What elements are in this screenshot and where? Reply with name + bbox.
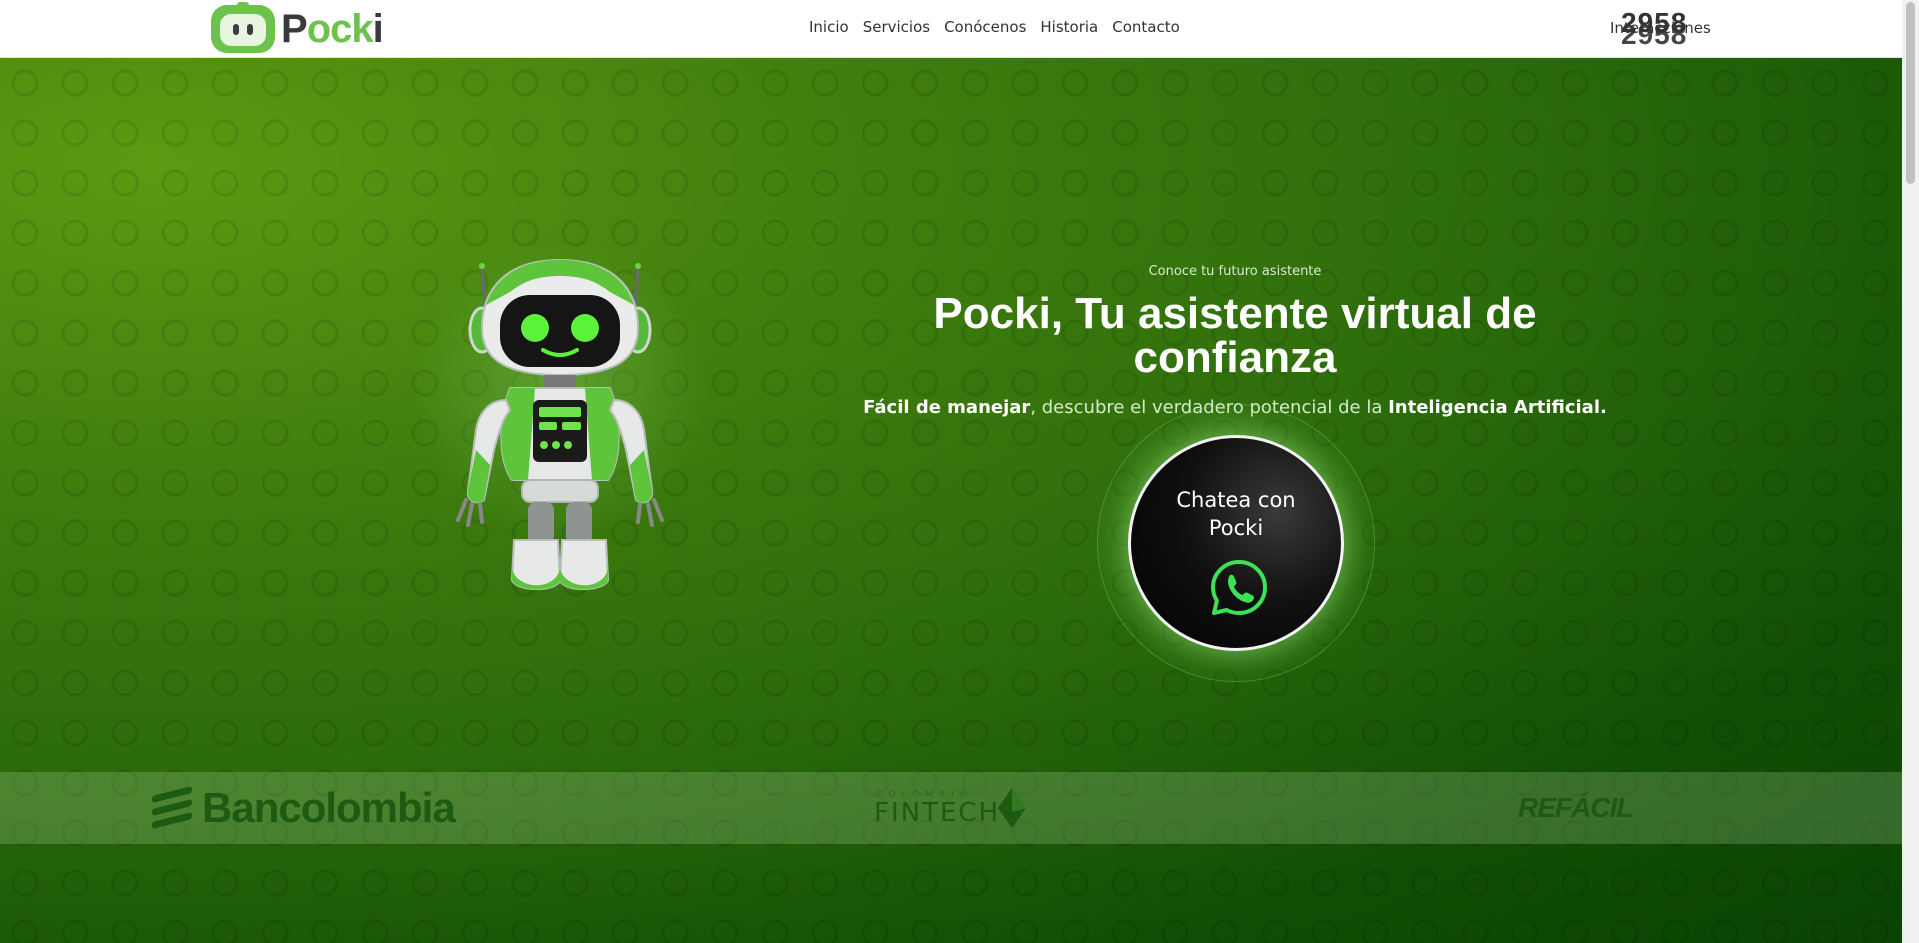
subtitle-bold-2: Inteligencia Artificial.	[1388, 397, 1607, 418]
partner-colombia-fintech-logo: COLOMBIA FINTECH	[874, 772, 1026, 844]
partner-refacil-logo: REFÁCIL .	[1518, 772, 1638, 844]
main-nav: Inicio Servicios Conócenos Historia Cont…	[802, 16, 1187, 38]
partner-refacil-name: REFÁCIL	[1518, 792, 1633, 823]
pocki-logo-text: Pock i	[281, 6, 384, 51]
robot-mascot-illustration	[456, 258, 664, 590]
counter-label: Interacciones	[1610, 19, 1711, 37]
partner-bancolombia-logo: Bancolombia	[152, 772, 456, 844]
partners-strip: Bancolombia COLOMBIA FINTECH REFÁCIL .	[0, 772, 1902, 844]
cta-label-line-2: Pocki	[1208, 516, 1264, 540]
cta-label: Chatea con Pocki	[1131, 486, 1341, 542]
interactions-counter: 2958 2958 Interacciones	[1608, 6, 1718, 50]
chat-with-pocki-button[interactable]: Chatea con Pocki	[1128, 435, 1344, 651]
whatsapp-icon	[1211, 560, 1267, 615]
partner-bancolombia-name: Bancolombia	[202, 784, 456, 831]
nav-item-contacto[interactable]: Contacto	[1105, 16, 1187, 38]
subtitle-bold-1: Fácil de manejar	[863, 397, 1031, 418]
cta-label-line-1: Chatea con	[1176, 488, 1296, 512]
fintech-diamond-icon	[998, 788, 1026, 828]
bancolombia-mark-icon	[152, 786, 192, 829]
nav-item-historia[interactable]: Historia	[1033, 16, 1105, 38]
site-header: Pock i Inicio Servicios Conócenos Histori…	[0, 0, 1902, 58]
hero-title: Pocki, Tu asistente virtual de confianza	[933, 289, 1537, 382]
scrollbar-thumb[interactable]	[1906, 2, 1915, 184]
nav-item-servicios[interactable]: Servicios	[856, 16, 937, 38]
nav-item-inicio[interactable]: Inicio	[802, 16, 856, 38]
partner-refacil-suffix: .	[1634, 809, 1638, 820]
pocki-logo[interactable]: Pock i	[211, 2, 384, 53]
pocki-logo-icon	[211, 2, 275, 53]
hero-kicker: Conoce tu futuro asistente	[1148, 264, 1322, 279]
nav-item-conocenos[interactable]: Conócenos	[937, 16, 1033, 38]
page-scrollbar[interactable]	[1902, 0, 1919, 943]
partner-fintech-name: FINTECH	[874, 798, 1001, 828]
